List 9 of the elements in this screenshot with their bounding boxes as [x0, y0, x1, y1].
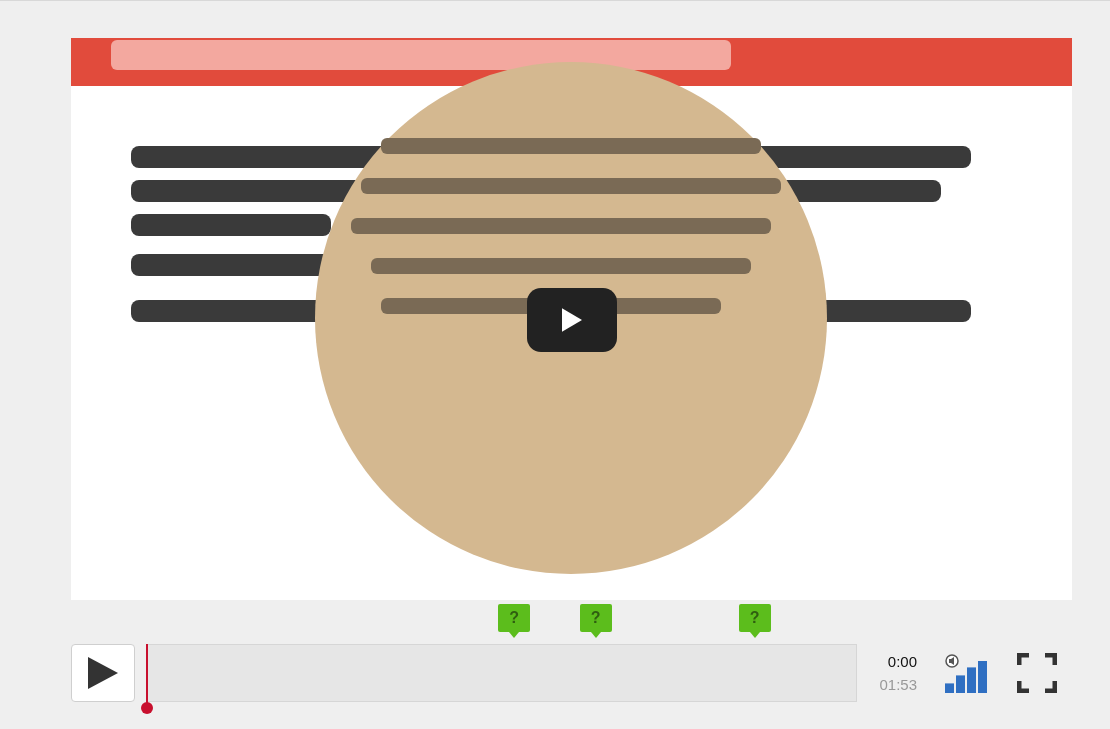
- progress-track[interactable]: [147, 644, 857, 702]
- playhead[interactable]: [141, 644, 153, 714]
- current-time: 0:00: [887, 653, 917, 670]
- duration: 01:53: [879, 676, 917, 693]
- play-icon: [88, 657, 118, 689]
- play-button[interactable]: [527, 288, 617, 352]
- play-icon: [562, 308, 582, 332]
- fullscreen-icon[interactable]: [1017, 653, 1057, 693]
- play-button[interactable]: [71, 644, 135, 702]
